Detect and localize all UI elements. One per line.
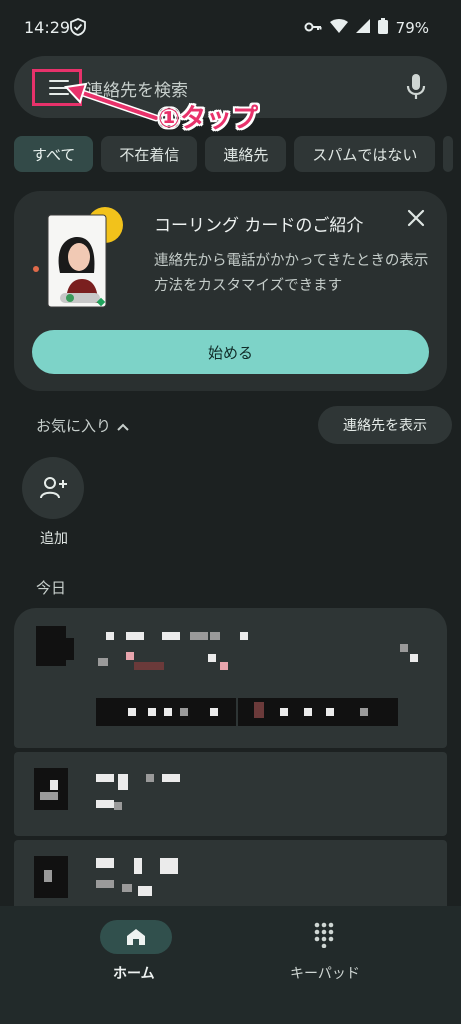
signal-icon <box>355 19 370 37</box>
annotation-arrow-icon <box>63 82 160 122</box>
close-icon[interactable] <box>407 209 425 231</box>
battery-percent: 79% <box>395 19 429 37</box>
vpn-key-icon <box>304 19 322 37</box>
calling-card-promo: コーリング カードのご紹介 連絡先から電話がかかってきたときの表示方法をカスタマ… <box>14 191 447 391</box>
card-description: 連絡先から電話がかかってきたときの表示方法をカスタマイズできます <box>154 253 429 294</box>
filter-chips: すべて 不在着信 連絡先 スパムではない <box>14 136 454 172</box>
call-log-entry[interactable] <box>14 608 447 748</box>
get-started-button[interactable]: 始める <box>32 330 429 374</box>
person-add-icon <box>40 476 68 504</box>
add-favorite-button[interactable] <box>22 457 84 519</box>
status-time: 14:29 <box>24 18 71 37</box>
status-bar: 14:29 79% <box>0 0 461 56</box>
nav-home[interactable] <box>100 920 172 954</box>
chevron-up-icon <box>117 417 129 435</box>
add-favorite-label: 追加 <box>40 531 68 547</box>
home-icon <box>126 928 146 950</box>
microphone-icon[interactable] <box>405 73 427 105</box>
chip-overflow[interactable] <box>443 136 454 172</box>
nav-keypad-label[interactable]: キーパッド <box>290 963 360 983</box>
shield-check-icon <box>70 18 86 40</box>
calling-card-illustration <box>33 207 123 308</box>
chip-missed[interactable]: 不在着信 <box>101 136 198 172</box>
card-title: コーリング カードのご紹介 <box>154 216 364 236</box>
chip-contacts[interactable]: 連絡先 <box>205 136 287 172</box>
dialpad-icon[interactable] <box>314 922 334 952</box>
show-contacts-button[interactable]: 連絡先を表示 <box>318 406 452 444</box>
favorites-label: お気に入り <box>36 417 112 435</box>
call-log-entry[interactable] <box>14 752 447 836</box>
bottom-nav: ホーム キーパッド <box>0 906 461 1024</box>
nav-home-label[interactable]: ホーム <box>113 963 155 983</box>
battery-icon <box>377 18 388 38</box>
favorites-toggle[interactable]: お気に入り <box>36 415 129 436</box>
chip-all[interactable]: すべて <box>14 136 94 172</box>
section-header-today: 今日 <box>36 579 67 597</box>
annotation-label: ①タップ <box>158 104 259 134</box>
wifi-icon <box>329 19 348 37</box>
chip-not-spam[interactable]: スパムではない <box>294 136 436 172</box>
